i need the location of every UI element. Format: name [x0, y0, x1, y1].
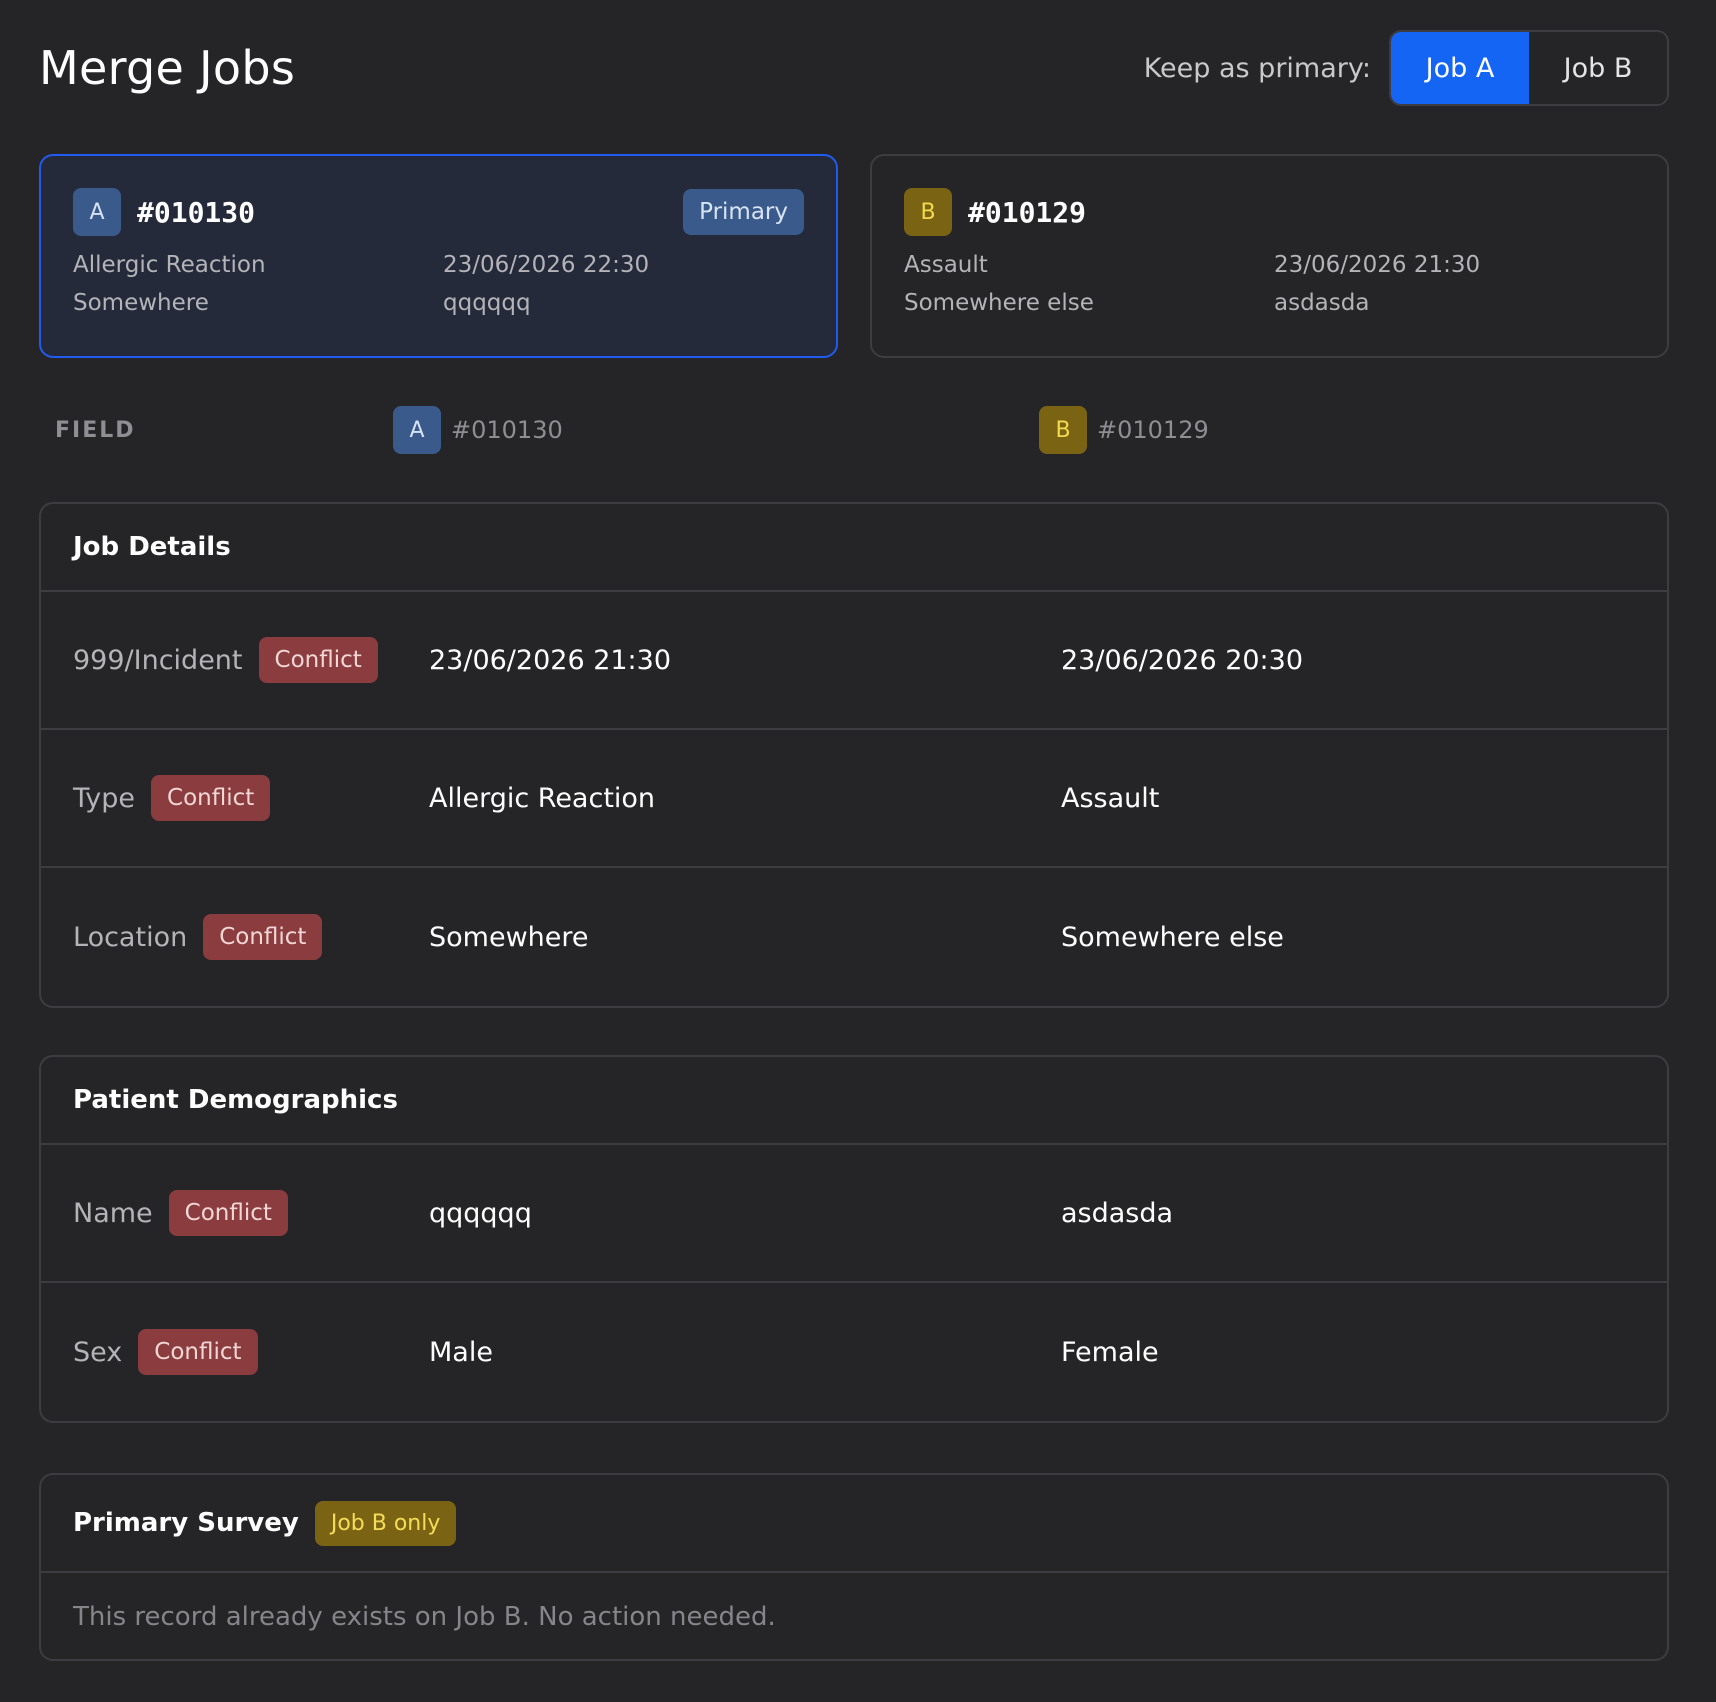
- job-details-section: Job Details 999/Incident Conflict 23/06/2…: [39, 502, 1669, 1008]
- keep-primary-label: Keep as primary:: [1143, 52, 1371, 84]
- section-title: Patient Demographics: [41, 1057, 1667, 1145]
- value-a[interactable]: Allergic Reaction: [429, 783, 655, 814]
- job-cards: A #010130 Primary Allergic Reaction 23/0…: [39, 154, 1669, 358]
- column-b-id: #010129: [1097, 416, 1209, 444]
- job-a-option-button[interactable]: Job A: [1391, 32, 1529, 104]
- job-b-datetime: 23/06/2026 21:30: [1274, 252, 1481, 278]
- job-b-id: #010129: [968, 195, 1087, 229]
- comparison-column-header: FIELD A #010130 B #010129: [39, 404, 1669, 456]
- section-title: Job Details: [41, 504, 1667, 592]
- info-note: This record already exists on Job B. No …: [73, 1602, 776, 1632]
- value-a[interactable]: Male: [429, 1337, 493, 1368]
- value-a[interactable]: Somewhere: [429, 922, 589, 953]
- job-a-card[interactable]: A #010130 Primary Allergic Reaction 23/0…: [39, 154, 838, 358]
- job-b-card-header: B #010129: [904, 188, 1635, 236]
- value-b[interactable]: 23/06/2026 20:30: [1061, 645, 1303, 676]
- conflict-badge: Conflict: [168, 1190, 288, 1236]
- job-b-option-button[interactable]: Job B: [1529, 32, 1667, 104]
- column-b-avatar: B: [1039, 406, 1087, 454]
- job-b-only-badge: Job B only: [314, 1500, 457, 1546]
- value-b[interactable]: Assault: [1061, 783, 1159, 814]
- column-a-id: #010130: [451, 416, 563, 444]
- table-row: Sex Conflict Male Female: [41, 1283, 1667, 1421]
- section-title: Primary Survey: [73, 1508, 299, 1538]
- job-b-type: Assault: [904, 252, 988, 278]
- patient-demographics-section: Patient Demographics Name Conflict qqqqqq…: [39, 1055, 1669, 1423]
- value-b[interactable]: asdasda: [1061, 1198, 1173, 1229]
- job-a-datetime: 23/06/2026 22:30: [443, 252, 650, 278]
- column-a-avatar: A: [393, 406, 441, 454]
- column-b-header: B #010129: [1039, 406, 1209, 454]
- value-a[interactable]: 23/06/2026 21:30: [429, 645, 671, 676]
- field-label: Type: [73, 782, 136, 814]
- job-b-avatar: B: [904, 188, 952, 236]
- value-b[interactable]: Somewhere else: [1061, 922, 1284, 953]
- job-a-avatar: A: [73, 188, 121, 236]
- primary-picker: Keep as primary: Job A Job B: [1144, 30, 1669, 106]
- primary-toggle: Job A Job B: [1389, 30, 1669, 106]
- field-label: Name: [73, 1197, 153, 1229]
- merge-jobs-page: Merge Jobs Keep as primary: Job A Job B …: [0, 0, 1716, 1702]
- table-row: Name Conflict qqqqqq asdasda: [41, 1145, 1667, 1283]
- job-b-patient-name: asdasda: [1274, 290, 1370, 316]
- value-b[interactable]: Female: [1061, 1337, 1159, 1368]
- conflict-badge: Conflict: [258, 637, 378, 683]
- table-row: Location Conflict Somewhere Somewhere els…: [41, 868, 1667, 1006]
- value-a[interactable]: qqqqqq: [429, 1198, 532, 1229]
- primary-survey-section: Primary Survey Job B only This record al…: [39, 1473, 1669, 1661]
- field-label: Location: [73, 921, 188, 953]
- job-a-patient-name: qqqqqq: [443, 290, 531, 316]
- table-row: Type Conflict Allergic Reaction Assault: [41, 730, 1667, 868]
- job-b-card[interactable]: B #010129 Assault 23/06/2026 21:30 Somew…: [870, 154, 1669, 358]
- column-a-header: A #010130: [393, 406, 563, 454]
- field-column-label: FIELD: [55, 417, 136, 443]
- job-a-summary: Allergic Reaction 23/06/2026 22:30 Somew…: [73, 252, 804, 316]
- job-b-summary: Assault 23/06/2026 21:30 Somewhere else …: [904, 252, 1635, 316]
- conflict-badge: Conflict: [203, 914, 323, 960]
- table-row: 999/Incident Conflict 23/06/2026 21:30 23…: [41, 592, 1667, 730]
- field-label: 999/Incident: [73, 644, 243, 676]
- field-label: Sex: [73, 1336, 123, 1368]
- job-a-type: Allergic Reaction: [73, 252, 266, 278]
- primary-badge: Primary: [683, 189, 804, 235]
- job-a-card-header: A #010130 Primary: [73, 188, 804, 236]
- conflict-badge: Conflict: [138, 1329, 258, 1375]
- job-a-id: #010130: [137, 195, 256, 229]
- conflict-badge: Conflict: [151, 775, 271, 821]
- header: Merge Jobs Keep as primary: Job A Job B: [39, 30, 1669, 106]
- job-b-location: Somewhere else: [904, 290, 1094, 316]
- page-title: Merge Jobs: [39, 41, 296, 95]
- primary-survey-header: Primary Survey Job B only: [41, 1475, 1667, 1573]
- job-a-location: Somewhere: [73, 290, 209, 316]
